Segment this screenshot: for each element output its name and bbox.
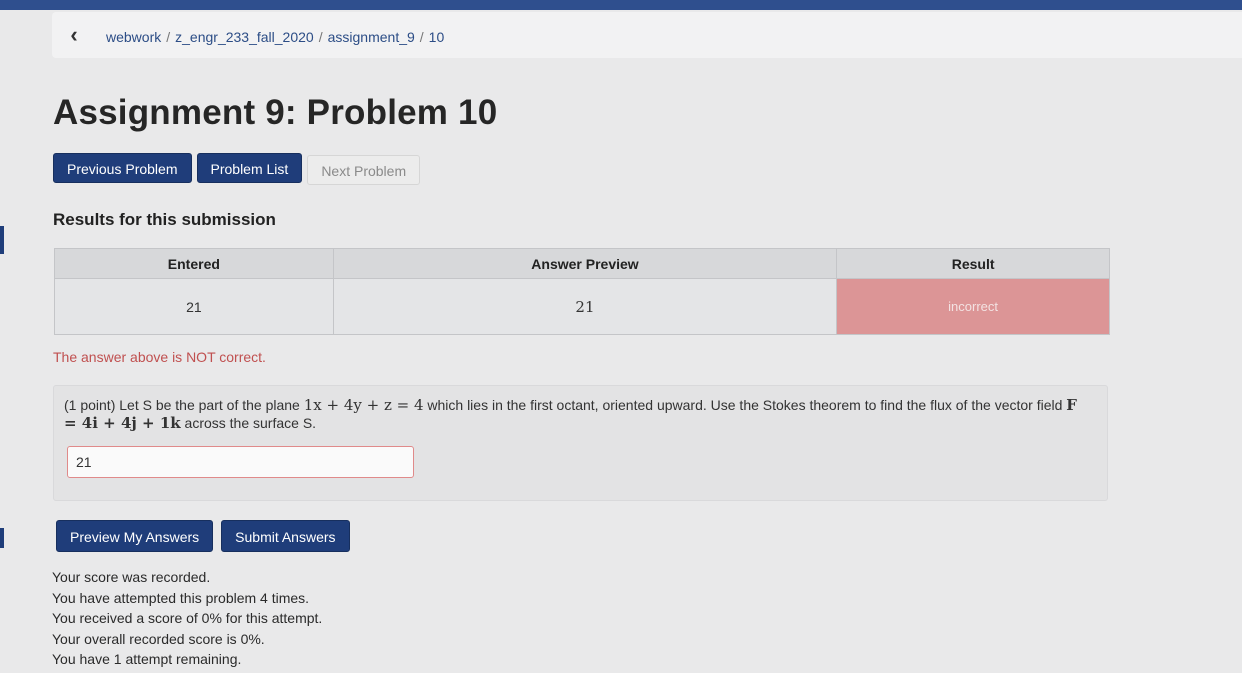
problem-middle: which lies in the first octant, oriented… bbox=[427, 397, 1063, 413]
column-header-answer-preview: Answer Preview bbox=[332, 248, 838, 279]
entered-value: 21 bbox=[54, 278, 334, 335]
answer-input[interactable]: 21 bbox=[67, 446, 414, 478]
column-header-entered: Entered bbox=[54, 248, 334, 279]
status-message: You have attempted this problem 4 times. bbox=[52, 589, 310, 606]
breadcrumb-link-webwork[interactable]: webwork bbox=[106, 29, 161, 45]
top-strip bbox=[0, 0, 1242, 10]
problem-lead: (1 point) Let S be the part of the plane bbox=[64, 397, 300, 413]
answer-preview-value: 21 bbox=[332, 278, 838, 335]
result-status-badge: incorrect bbox=[836, 278, 1110, 335]
problem-tail: across the surface S. bbox=[184, 415, 317, 431]
submit-answers-button[interactable]: Submit Answers bbox=[221, 520, 350, 552]
status-message: Your score was recorded. bbox=[52, 569, 211, 585]
table-row: 21 21 incorrect bbox=[54, 278, 1110, 335]
problem-list-button[interactable]: Problem List bbox=[196, 153, 303, 183]
plane-equation: 1x + 4y + z = 4 bbox=[303, 396, 424, 414]
previous-problem-button[interactable]: Previous Problem bbox=[53, 153, 192, 183]
status-message: You have 1 attempt remaining. bbox=[52, 651, 242, 667]
status-message: Your overall recorded score is 0%. bbox=[52, 630, 265, 647]
problem-nav: Previous Problem Problem List Next Probl… bbox=[53, 153, 421, 185]
breadcrumb: webwork / z_engr_233_fall_2020/assignment_… bbox=[106, 29, 445, 45]
results-table: Entered Answer Preview Result 21 21 inco… bbox=[54, 248, 1110, 335]
next-problem-button: Next Problem bbox=[307, 155, 421, 185]
breadcrumb-link-assignment[interactable]: assignment_9 bbox=[328, 29, 415, 45]
breadcrumb-link-course[interactable]: z_engr_233_fall_2020 bbox=[175, 29, 314, 45]
answer-actions: Preview My Answers Submit Answers bbox=[56, 520, 350, 552]
back-button[interactable]: ‹ bbox=[56, 17, 92, 53]
problem-statement: (1 point) Let S be the part of the plane… bbox=[64, 396, 1094, 432]
column-header-result: Result bbox=[836, 248, 1110, 279]
incorrect-message: The answer above is NOT correct. bbox=[53, 349, 266, 365]
left-edge-marker bbox=[0, 226, 4, 254]
breadcrumb-bar: ‹ webwork / z_engr_233_fall_2020/assignmen… bbox=[52, 12, 1242, 58]
breadcrumb-current: 10 bbox=[428, 29, 445, 45]
results-heading: Results for this submission bbox=[53, 210, 276, 229]
chevron-left-icon: ‹ bbox=[70, 22, 78, 47]
score-messages: Your score was recorded. You have attemp… bbox=[52, 567, 322, 670]
left-edge-marker bbox=[0, 528, 4, 548]
page-title: Assignment 9: Problem 10 bbox=[53, 93, 498, 132]
preview-answers-button[interactable]: Preview My Answers bbox=[56, 520, 214, 552]
status-message: You received a score of 0% for this atte… bbox=[52, 610, 323, 626]
problem-panel: (1 point) Let S be the part of the plane… bbox=[53, 385, 1108, 501]
